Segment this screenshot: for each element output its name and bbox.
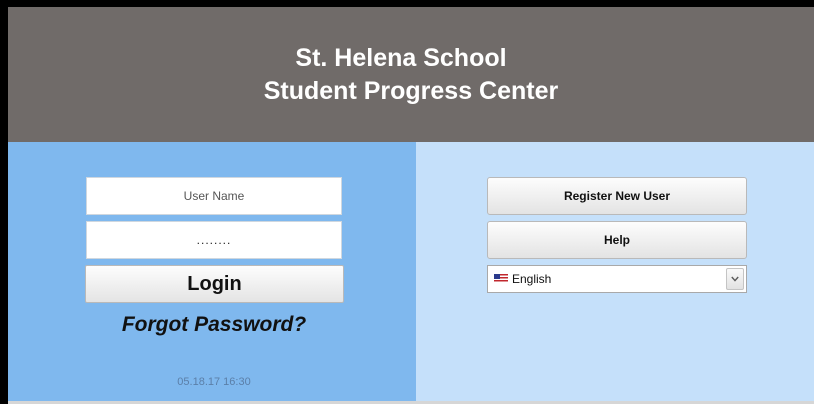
us-flag-icon xyxy=(494,274,508,283)
register-new-user-button[interactable]: Register New User xyxy=(487,177,747,215)
chevron-down-icon[interactable] xyxy=(726,268,744,290)
portal-title: Student Progress Center xyxy=(263,76,559,105)
timestamp: 05.18.17 16:30 xyxy=(177,376,251,388)
page-header: St. Helena School Student Progress Cente… xyxy=(8,7,814,142)
forgot-password-link[interactable]: Forgot Password? xyxy=(86,310,342,340)
username-input[interactable] xyxy=(86,177,342,215)
help-button[interactable]: Help xyxy=(487,221,747,259)
login-button[interactable]: Login xyxy=(85,265,344,303)
language-select[interactable]: English xyxy=(487,265,747,293)
password-input[interactable]: ........ xyxy=(86,221,342,259)
language-selected-label: English xyxy=(512,272,552,286)
school-name: St. Helena School xyxy=(295,43,507,72)
